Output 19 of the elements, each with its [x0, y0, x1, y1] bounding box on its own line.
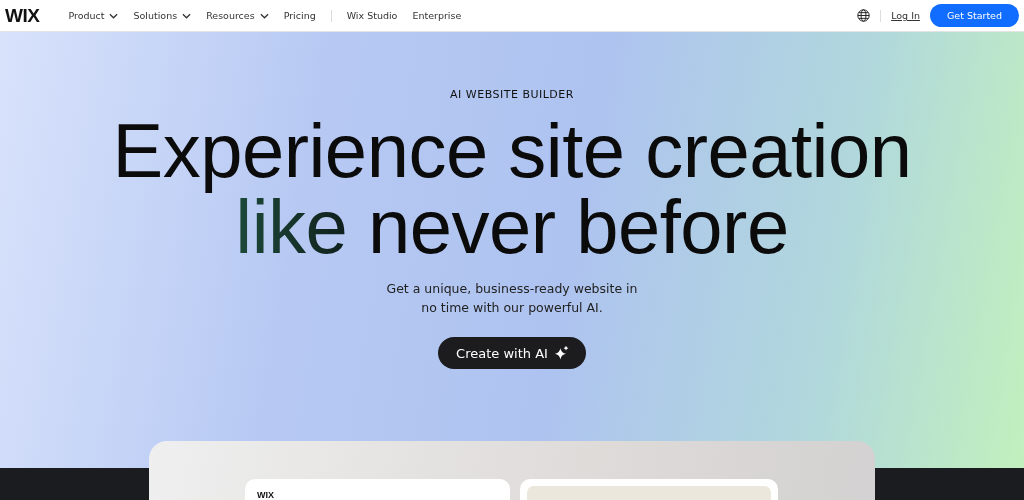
chevron-down-icon: [259, 12, 269, 19]
nav-link[interactable]: Product: [68, 10, 119, 21]
chevron-down-icon: [182, 12, 192, 19]
login-link[interactable]: Log In: [891, 10, 920, 21]
nav-link[interactable]: Pricing: [283, 10, 316, 21]
nav-link[interactable]: Wix Studio: [346, 10, 398, 21]
subtitle: Get a unique, business-ready website in no time with our powerful AI.: [385, 280, 639, 317]
sparkle-icon: [553, 345, 570, 361]
logo[interactable]: WIX: [5, 4, 40, 27]
nav-link[interactable]: Solutions: [133, 10, 192, 21]
nav-link[interactable]: Resources: [206, 10, 269, 21]
globe-icon[interactable]: [857, 9, 871, 22]
get-started-button[interactable]: Get Started: [929, 4, 1019, 27]
create-with-ai-button[interactable]: Create with AI: [438, 337, 586, 369]
eyebrow-label: AI WEBSITE BUILDER: [449, 88, 575, 101]
logo: WIX: [257, 490, 274, 500]
headline: Experience site creation like never before: [111, 113, 913, 265]
nav-link[interactable]: Enterprise: [412, 10, 462, 21]
chevron-down-icon: [109, 12, 119, 19]
